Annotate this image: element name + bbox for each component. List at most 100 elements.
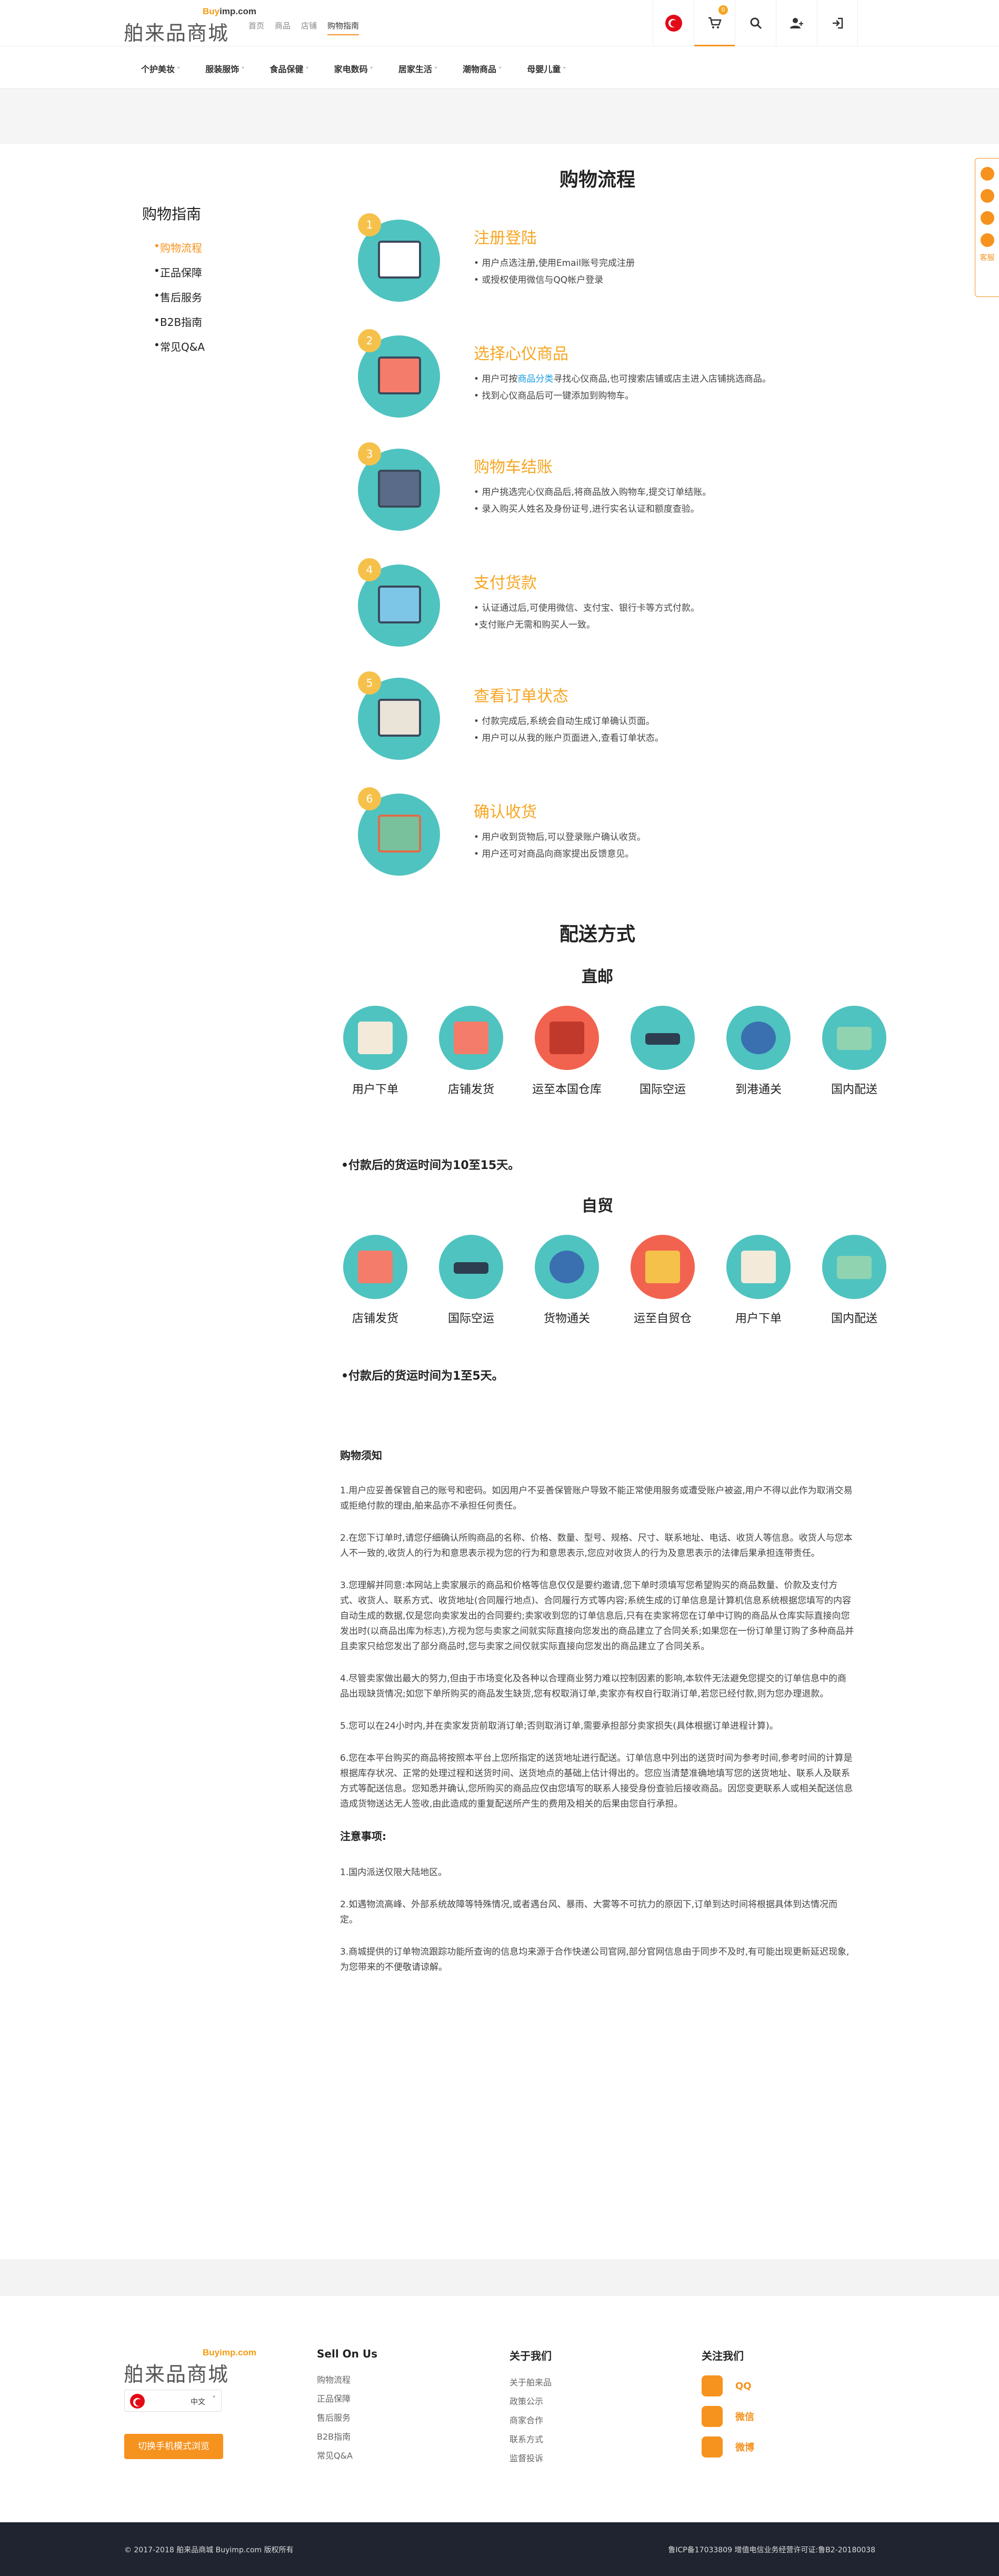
sidebar-item-b2b[interactable]: B2B指南 bbox=[142, 314, 247, 329]
ship-step: 国际空运 bbox=[435, 1235, 507, 1327]
notice-paragraph: 4.尽管卖家做出最大的努力,但由于市场变化及各种以合理商业努力难以控制因素的影响… bbox=[340, 1673, 847, 1699]
attention-item: 2.如遇物流高峰、外部系统故障等特殊情况,或者遇台风、暴雨、大雾等不可抗力的原因… bbox=[340, 1899, 838, 1925]
service-label[interactable]: 客服 bbox=[975, 252, 999, 263]
search-button[interactable] bbox=[735, 0, 776, 46]
footer-link[interactable]: 商家合作 bbox=[510, 2413, 552, 2426]
gift-box-icon bbox=[378, 815, 421, 853]
step-line: • 用户可以从我的账户页面进入,查看订单状态。 bbox=[474, 733, 664, 744]
step-select: 2 选择心仪商品 • 用户可按商品分类寻找心仪商品,也可搜索店铺或店主进入店铺挑… bbox=[353, 329, 868, 424]
ship-step: 用户下单 bbox=[723, 1235, 794, 1327]
notice-paragraph: 1.用户应妥善保管自己的账号和密码。如因用户不妥善保管账户导致不能正常使用服务或… bbox=[340, 1485, 853, 1511]
step-number: 5 bbox=[358, 671, 381, 695]
airplane-icon bbox=[631, 1006, 695, 1070]
footer-link[interactable]: 售后服务 bbox=[317, 2411, 377, 2423]
ship-step: 货物通关 bbox=[531, 1235, 603, 1327]
register-button[interactable] bbox=[776, 0, 817, 46]
footer-link[interactable]: 联系方式 bbox=[510, 2432, 552, 2445]
wechat-icon[interactable] bbox=[980, 189, 994, 203]
ship-step: 国内配送 bbox=[818, 1235, 890, 1327]
footer-col-about: 关于我们 关于舶来品 政策公示 商家合作 联系方式 监督投诉 bbox=[510, 2347, 552, 2470]
wechat-icon bbox=[702, 2406, 723, 2427]
mail-icon[interactable] bbox=[980, 211, 994, 225]
ship-step-label: 用户下单 bbox=[352, 1083, 398, 1096]
step-line: • 认证通过后,可使用微信、支付宝、银行卡等方式付款。 bbox=[474, 603, 700, 613]
category-item[interactable]: 食品保健 bbox=[269, 62, 308, 75]
weibo-icon[interactable] bbox=[980, 233, 994, 247]
step-number: 4 bbox=[358, 558, 381, 581]
category-link[interactable]: 商品分类 bbox=[517, 374, 553, 384]
computer-user-icon bbox=[378, 241, 421, 279]
step-order-status: 5 查看订单状态 • 付款完成后,系统会自动生成订单确认页面。 • 用户可以从我… bbox=[353, 671, 868, 766]
category-item[interactable]: 居家生活 bbox=[398, 62, 437, 75]
shop-icon bbox=[343, 1235, 407, 1299]
customs-officer-icon bbox=[726, 1006, 791, 1070]
footer-col-title: 关于我们 bbox=[510, 2350, 552, 2362]
ship-step-label: 国内配送 bbox=[831, 1083, 877, 1096]
language-button[interactable] bbox=[653, 0, 694, 46]
ship-step-label: 运至本国仓库 bbox=[532, 1083, 602, 1096]
nav-guide[interactable]: 购物指南 bbox=[327, 20, 359, 35]
footer-link[interactable]: 政策公示 bbox=[510, 2394, 552, 2407]
footer-link[interactable]: 正品保障 bbox=[317, 2392, 377, 2404]
language-select[interactable]: 中文 ˅ bbox=[124, 2390, 222, 2412]
icp-license[interactable]: 鲁ICP备17033809 增值电信业务经营许可证:鲁B2-20180038 bbox=[668, 2544, 875, 2555]
category-item[interactable]: 母婴儿童 bbox=[527, 62, 566, 75]
footer-link[interactable]: 购物流程 bbox=[317, 2373, 377, 2385]
shop-icon bbox=[378, 356, 421, 394]
process-title: 购物流程 bbox=[559, 169, 635, 191]
sidebar-item-process[interactable]: 购物流程 bbox=[142, 240, 247, 255]
ship-step-label: 店铺发货 bbox=[447, 1083, 494, 1096]
notice-paragraph: 2.在您下订单时,请您仔细确认所购商品的名称、价格、数量、型号、规格、尺寸、联系… bbox=[340, 1533, 853, 1559]
sidebar-item-aftersales[interactable]: 售后服务 bbox=[142, 289, 247, 304]
footer-link[interactable]: B2B指南 bbox=[317, 2430, 377, 2442]
footer-link[interactable]: 关于舶来品 bbox=[510, 2375, 552, 2388]
footer-col-title: 关注我们 bbox=[702, 2350, 744, 2362]
category-item[interactable]: 家电数码 bbox=[334, 62, 373, 75]
sidebar-item-guarantee[interactable]: 正品保障 bbox=[142, 264, 247, 280]
ship-step: 国内配送 bbox=[818, 1006, 890, 1098]
add-user-icon bbox=[790, 18, 803, 28]
weibo-link[interactable]: 微博 bbox=[702, 2436, 754, 2458]
sidebar-item-faq[interactable]: 常见Q&A bbox=[142, 339, 247, 354]
mobile-mode-button[interactable]: 切换手机模式浏览 bbox=[124, 2434, 223, 2459]
nav-products[interactable]: 商品 bbox=[275, 20, 291, 35]
step-title: 确认收货 bbox=[474, 803, 537, 821]
truck-icon bbox=[822, 1006, 886, 1070]
step-payment: 4 支付货款 • 认证通过后,可使用微信、支付宝、银行卡等方式付款。 •支付账户… bbox=[353, 558, 868, 653]
notice-paragraph: 3.您理解并同意:本网站上卖家展示的商品和价格等信息仅仅是要约邀请,您下单时须填… bbox=[340, 1580, 854, 1652]
qq-icon[interactable] bbox=[980, 167, 994, 181]
ship-step-label: 国际空运 bbox=[447, 1312, 494, 1325]
ship-step: 到港通关 bbox=[723, 1006, 794, 1098]
ship-step-label: 货物通关 bbox=[543, 1312, 590, 1325]
category-item[interactable]: 服装服饰 bbox=[205, 62, 244, 75]
warehouse-icon bbox=[535, 1006, 599, 1070]
notice-title: 购物须知 bbox=[340, 1449, 382, 1462]
wechat-link[interactable]: 微信 bbox=[702, 2406, 754, 2427]
category-item[interactable]: 潮物商品 bbox=[463, 62, 502, 75]
truck-icon bbox=[822, 1235, 886, 1299]
nav-shops[interactable]: 店铺 bbox=[301, 20, 317, 35]
step-title: 注册登陆 bbox=[474, 229, 537, 247]
logo-cn: 舶来品商城 bbox=[124, 22, 229, 45]
footer-link[interactable]: 监督投诉 bbox=[510, 2451, 552, 2464]
category-nav: 个护美妆 服装服饰 食品保健 家电数码 居家生活 潮物商品 母婴儿童 bbox=[0, 46, 999, 88]
logo-en: Buyimp.com bbox=[203, 6, 257, 16]
login-button[interactable] bbox=[817, 0, 858, 46]
shop-icon bbox=[439, 1006, 503, 1070]
top-bar: Buyimp.com 舶来品商城 首页 商品 店铺 购物指南 0 bbox=[0, 0, 999, 46]
order-icon bbox=[343, 1006, 407, 1070]
footer-col-title: Sell On Us bbox=[317, 2347, 377, 2360]
logo-cn: 舶来品商城 bbox=[124, 2363, 229, 2386]
direct-mail-steps: 用户下单 店铺发货 运至本国仓库 国际空运 到港通关 国内配送 bbox=[339, 1006, 890, 1098]
nav-home[interactable]: 首页 bbox=[248, 20, 264, 35]
footer-col-follow: 关注我们 QQ 微信 微博 bbox=[702, 2347, 754, 2467]
qq-link[interactable]: QQ bbox=[702, 2375, 754, 2396]
step-line: • 录入购买人姓名及身份证号,进行实名认证和额度查验。 bbox=[474, 504, 700, 514]
category-item[interactable]: 个护美妆 bbox=[141, 62, 180, 75]
bonded-title: 自贸 bbox=[582, 1197, 613, 1215]
order-icon bbox=[726, 1235, 791, 1299]
cart-button[interactable]: 0 bbox=[694, 0, 735, 46]
copyright: © 2017-2018 舶来品商城 Buyimp.com 版权所有 bbox=[124, 2546, 294, 2554]
logo[interactable]: Buyimp.com 舶来品商城 bbox=[124, 5, 256, 45]
footer-link[interactable]: 常见Q&A bbox=[317, 2449, 377, 2461]
